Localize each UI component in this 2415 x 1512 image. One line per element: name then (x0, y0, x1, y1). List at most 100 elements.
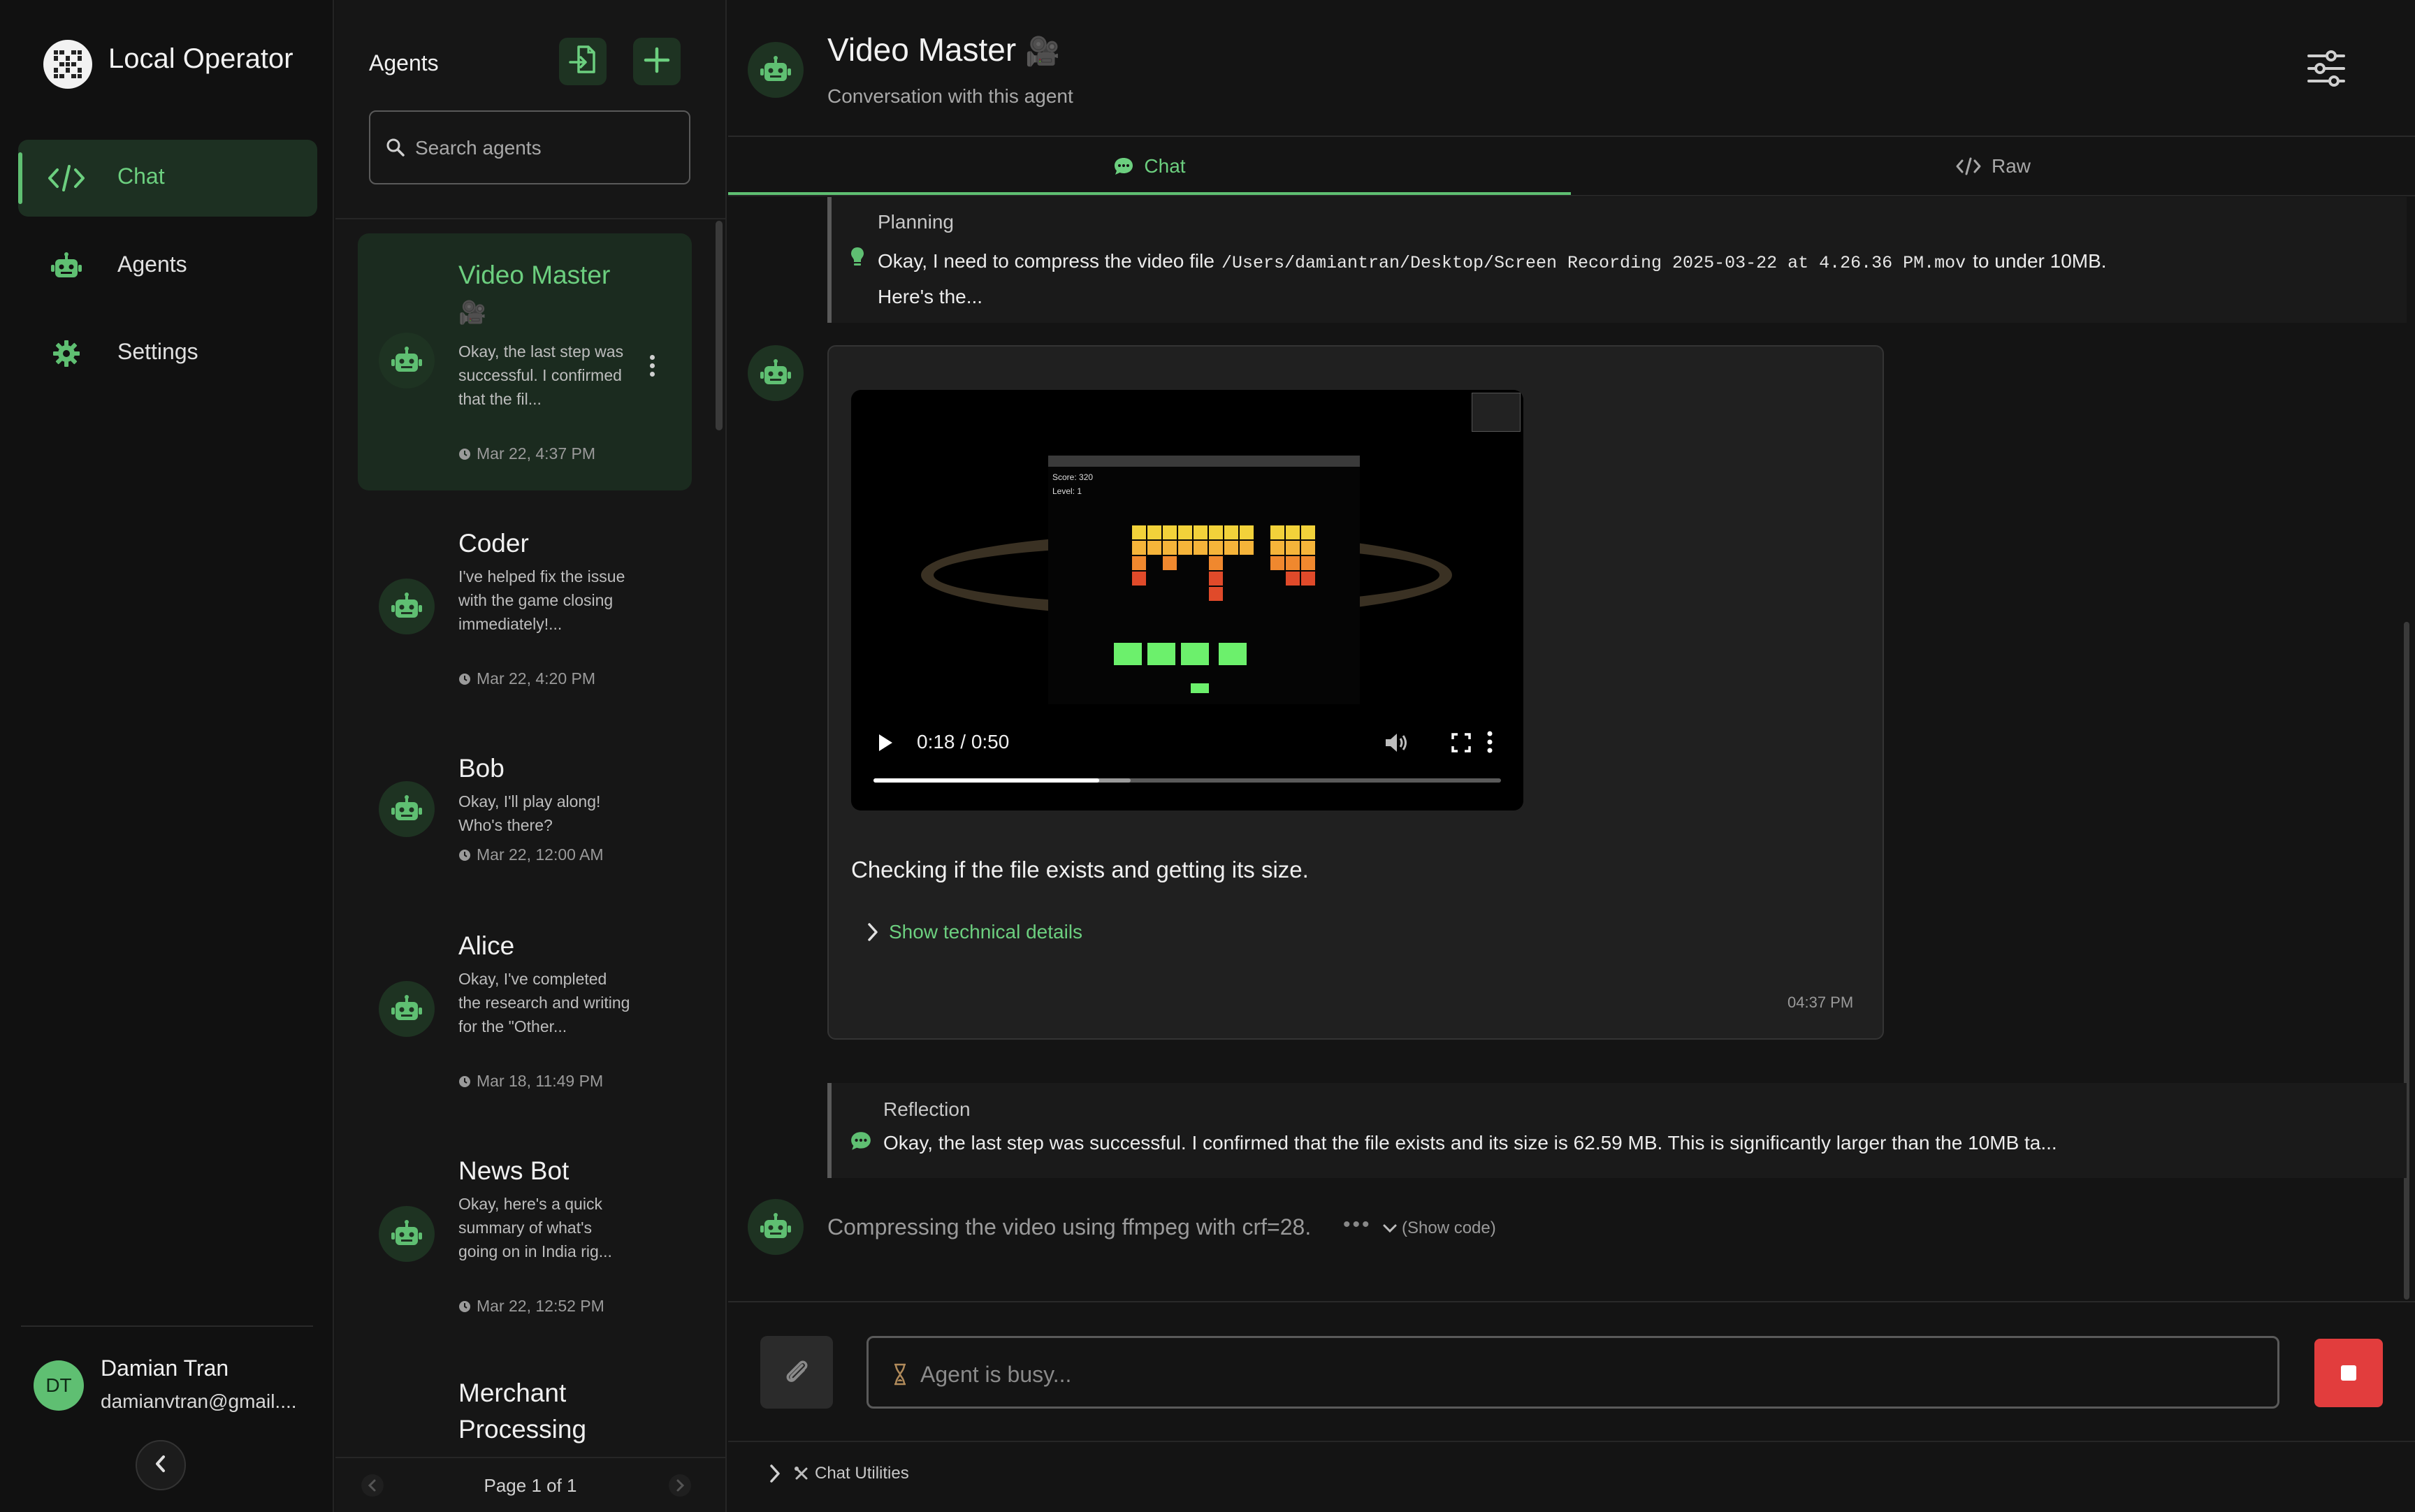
robot-icon (379, 333, 435, 388)
invader-block (1132, 541, 1146, 555)
agents-scrollbar[interactable] (716, 221, 723, 430)
nav-item-settings[interactable]: Settings (18, 315, 317, 392)
page-indicator: Page 1 of 1 (484, 1475, 577, 1496)
fullscreen-button[interactable] (1451, 732, 1472, 757)
message-input[interactable] (920, 1359, 2248, 1390)
collapse-sidebar-button[interactable] (136, 1440, 186, 1490)
stop-agent-button[interactable] (2314, 1339, 2383, 1407)
agent-card-video-master[interactable]: Video Master 🎥 Okay, the last step was su… (358, 233, 692, 490)
divider (21, 1325, 313, 1327)
mute-button[interactable] (1384, 731, 1410, 758)
search-input[interactable] (415, 133, 681, 163)
invader-block (1132, 556, 1146, 570)
add-agent-button[interactable] (633, 38, 681, 85)
planning-block: Planning Okay, I need to compress the vi… (827, 197, 2407, 323)
next-page-button[interactable] (668, 1474, 692, 1501)
agent-timestamp: Mar 22, 4:20 PM (458, 669, 595, 688)
import-agent-button[interactable] (559, 38, 607, 85)
chat-scrollbar[interactable] (2404, 622, 2409, 1300)
invader-block (1301, 572, 1315, 586)
tab-label: Chat (1144, 155, 1186, 177)
clock-icon (459, 448, 470, 460)
video-controls (851, 711, 1523, 810)
invader-block (1163, 556, 1177, 570)
robot-icon (748, 1199, 804, 1255)
invader-block (1147, 525, 1161, 539)
tab-label: Raw (1991, 155, 2031, 177)
robot-icon (379, 1206, 435, 1262)
chevron-right-icon (669, 1474, 691, 1497)
message-input-field[interactable] (866, 1336, 2279, 1409)
stop-icon (2341, 1365, 2356, 1381)
video-thumbnail (1472, 393, 1521, 432)
chat-bubble-icon (1115, 158, 1133, 175)
chat-bubble-icon (850, 1131, 872, 1155)
game-score: Score: 320 (1052, 472, 1094, 482)
invader-block (1147, 541, 1161, 555)
video-progress (873, 778, 1099, 783)
game-window: Score: 320 Level: 1 (1048, 456, 1360, 704)
lightbulb-icon (850, 246, 865, 272)
code-icon (1956, 157, 1981, 175)
shield-block (1181, 643, 1209, 665)
tab-chat[interactable]: Chat (728, 137, 1571, 196)
agents-pagination: Page 1 of 1 (335, 1457, 725, 1512)
divider (728, 1301, 2415, 1302)
chat-options-button[interactable] (2303, 48, 2349, 89)
invader-block (1286, 572, 1300, 586)
agent-name: Alice (458, 931, 515, 960)
agent-card-news-bot[interactable]: News Bot Okay, here's a quick summary of… (358, 1132, 692, 1342)
invader-block (1301, 525, 1315, 539)
page-subtitle: Conversation with this agent (827, 85, 1073, 107)
shield-block (1147, 643, 1175, 665)
agent-name: Bob (458, 754, 505, 783)
nav-label: Settings (117, 339, 198, 364)
agent-name: News Bot (458, 1156, 570, 1185)
invader-block (1163, 541, 1177, 555)
agent-card-alice[interactable]: Alice Okay, I've completed the research … (358, 907, 692, 1117)
fullscreen-icon (1451, 733, 1471, 753)
agent-card-coder[interactable]: Coder I've helped fix the issue with the… (358, 504, 692, 714)
nav-label: Agents (117, 252, 187, 277)
agent-name: Video Master 🎥 (458, 261, 611, 325)
divider (728, 195, 2415, 196)
agent-card-merchant-processing[interactable]: Merchant Processing (358, 1358, 692, 1456)
nav-item-chat[interactable]: Chat (18, 140, 317, 217)
video-more-button[interactable] (1486, 729, 1494, 758)
reflection-label: Reflection (883, 1098, 971, 1120)
robot-icon (748, 345, 804, 401)
volume-icon (1386, 734, 1407, 752)
search-agents-field[interactable] (369, 110, 690, 184)
nav-label: Chat (117, 163, 165, 189)
player-ship (1191, 683, 1209, 693)
tab-raw[interactable]: Raw (1571, 137, 2415, 196)
nav-item-agents[interactable]: Agents (18, 228, 317, 305)
invader-block (1178, 541, 1192, 555)
invader-block (1224, 525, 1238, 539)
clock-icon (459, 1075, 470, 1087)
video-player[interactable]: Score: 320 Level: 1 0:18 / 0:50 (851, 390, 1523, 810)
agent-preview: Okay, I've completed the research and wr… (458, 970, 630, 1035)
invader-block (1209, 541, 1223, 555)
video-time: 0:18 / 0:50 (917, 731, 1010, 753)
robot-icon (748, 42, 804, 98)
invader-block (1163, 525, 1177, 539)
attach-file-button[interactable] (760, 1336, 833, 1409)
agent-card-bob[interactable]: Bob Okay, I'll play along! Who's there? … (358, 729, 692, 890)
invader-block (1286, 525, 1300, 539)
avatar[interactable]: DT (34, 1360, 84, 1411)
show-technical-details-button[interactable]: Show technical details (866, 921, 1082, 943)
agent-options-button[interactable] (648, 355, 655, 377)
robot-icon (379, 579, 435, 634)
agent-timestamp: Mar 18, 11:49 PM (458, 1072, 603, 1091)
clock-icon (459, 1300, 470, 1312)
invader-block (1301, 541, 1315, 555)
planning-label: Planning (878, 211, 954, 233)
app-title: Local Operator (108, 43, 293, 74)
play-button[interactable] (876, 732, 894, 757)
agent-timestamp: Mar 22, 4:37 PM (458, 444, 595, 463)
file-import-icon (569, 45, 597, 78)
show-code-button[interactable]: (Show code) (1382, 1219, 1496, 1238)
invader-block (1270, 525, 1284, 539)
chat-utilities-toggle[interactable]: Chat Utilities (769, 1463, 909, 1484)
